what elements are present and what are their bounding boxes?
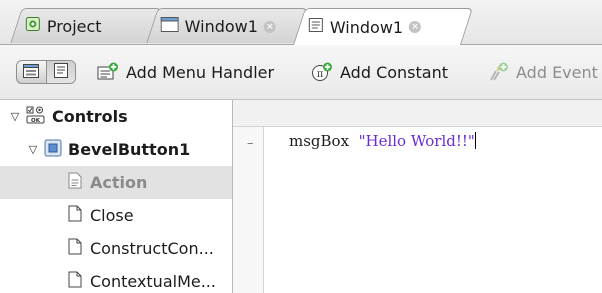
bevel-button-icon — [44, 139, 62, 161]
add-menu-handler-icon — [97, 62, 118, 80]
svg-text:OK: OK — [31, 117, 41, 123]
svg-text:π: π — [317, 69, 324, 80]
tab-window1-code[interactable]: Window1 × — [292, 8, 474, 45]
toolbar: Add Menu Handler π Add Constant Add Even… — [0, 45, 602, 100]
editor-tab-bar: Project Window1 × Window1 × — [0, 0, 602, 45]
tree-item-label: ConstructCon... — [90, 239, 214, 258]
add-event-icon — [490, 62, 508, 81]
code-view-icon — [53, 62, 68, 82]
empty-document-icon — [68, 205, 82, 226]
tab-label: Window1 — [329, 17, 404, 37]
layout-view-icon — [23, 63, 40, 82]
code-view-button[interactable] — [45, 61, 75, 83]
method-document-icon — [68, 172, 82, 193]
project-icon — [25, 16, 41, 36]
add-menu-handler-label: Add Menu Handler — [126, 62, 275, 82]
code-editor[interactable]: – msgBox "Hello World!!" — [233, 100, 602, 293]
code-editor-icon — [308, 17, 324, 37]
add-constant-icon: π — [312, 62, 332, 81]
view-toggle — [16, 60, 76, 84]
layout-view-button[interactable] — [17, 61, 46, 83]
line-gutter — [233, 127, 264, 293]
disclosure-triangle-icon[interactable]: ▽ — [26, 143, 40, 156]
tab-label: Window1 — [184, 16, 259, 36]
close-icon[interactable]: × — [264, 20, 277, 32]
tree-item-label: BevelButton1 — [68, 140, 191, 159]
tree-item-controls[interactable]: ▽ OK Controls — [0, 100, 232, 133]
code-string: "Hello World!!" — [358, 132, 475, 150]
tab-project[interactable]: Project — [10, 8, 162, 43]
method-header-bar — [233, 100, 602, 127]
controls-icon: OK — [26, 105, 46, 129]
code-line[interactable]: msgBox "Hello World!!" — [289, 132, 476, 150]
text-caret — [474, 132, 476, 149]
empty-document-icon — [68, 271, 82, 292]
tree-item-label: Action — [90, 173, 148, 192]
tree-item-label: Close — [90, 206, 134, 225]
tree-item-constructcontextualmenu[interactable]: ConstructCon... — [0, 232, 232, 265]
code-keyword: msgBox — [289, 132, 350, 150]
tree-item-close[interactable]: Close — [0, 199, 232, 232]
empty-document-icon — [68, 238, 82, 259]
code-navigator-tree: ▽ OK Controls ▽ BevelButton1 Action Clos… — [0, 100, 233, 293]
add-event-button[interactable]: Add Event — [487, 59, 598, 85]
tree-item-bevelbutton1[interactable]: ▽ BevelButton1 — [0, 133, 232, 166]
add-constant-label: Add Constant — [340, 62, 448, 82]
add-constant-button[interactable]: π Add Constant — [311, 59, 448, 85]
add-menu-handler-button[interactable]: Add Menu Handler — [97, 59, 274, 85]
add-event-label: Add Event — [516, 62, 598, 82]
tab-label: Project — [46, 16, 102, 36]
window-icon — [160, 16, 179, 36]
fold-marker[interactable]: – — [247, 136, 254, 151]
tree-item-contextualmenuaction[interactable]: ContextualMe... — [0, 265, 232, 293]
tab-window1-layout[interactable]: Window1 × — [146, 8, 308, 43]
tree-item-label: ContextualMe... — [90, 272, 216, 291]
tree-item-action[interactable]: Action — [0, 166, 232, 199]
tree-item-label: Controls — [52, 107, 128, 126]
disclosure-triangle-icon[interactable]: ▽ — [8, 110, 22, 123]
close-icon[interactable]: × — [409, 21, 422, 33]
